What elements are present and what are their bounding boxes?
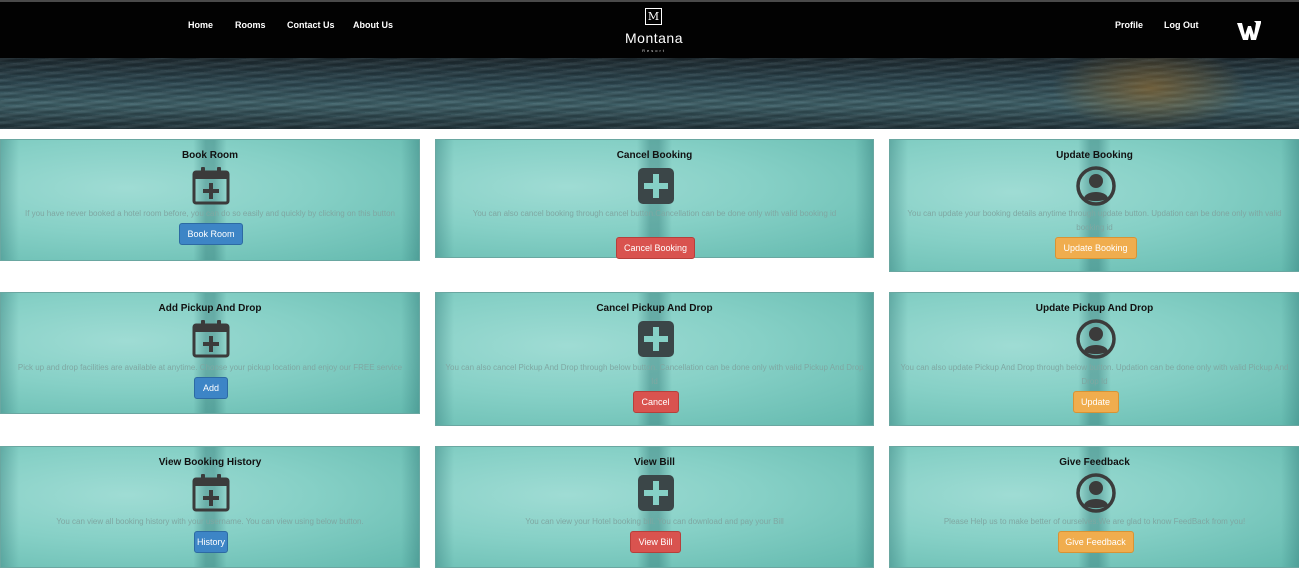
user-circle-icon (1075, 319, 1116, 359)
service-card: View Bill You can view your Hotel bookin… (435, 446, 874, 568)
card-description: You can view your Hotel booking bill. Yo… (525, 517, 784, 526)
card-action-button[interactable]: Add (194, 377, 228, 399)
card-action-button[interactable]: Update Booking (1054, 237, 1137, 259)
card-description: You can update your booking details anyt… (907, 209, 1282, 232)
card-description: You can also cancel booking through canc… (472, 209, 837, 218)
service-card: Update Booking You can update your booki… (889, 139, 1299, 272)
nav-contact-link[interactable]: Contact Us (287, 20, 335, 30)
card-title: Add Pickup And Drop (158, 303, 262, 314)
logo-subtitle: Resort (642, 48, 666, 53)
top-navbar: Home Rooms Contact Us About Us M Montana… (0, 0, 1299, 58)
card-title: View Bill (634, 457, 675, 468)
logo-mark[interactable]: M (645, 8, 662, 25)
plus-square-icon (636, 473, 676, 513)
card-description: Pick up and drop facilities are availabl… (17, 363, 403, 372)
nav-logout-link[interactable]: Log Out (1164, 20, 1199, 30)
card-action-button[interactable]: History (194, 531, 228, 553)
user-circle-icon (1075, 473, 1116, 513)
hero-banner-image (0, 58, 1299, 129)
card-action-button[interactable]: View Bill (630, 531, 681, 553)
service-card: Cancel Booking You can also cancel booki… (435, 139, 874, 259)
service-card: Update Pickup And Drop You can also upda… (889, 292, 1299, 426)
card-title: Cancel Pickup And Drop (596, 303, 713, 314)
card-title: Cancel Booking (616, 150, 693, 161)
w-logo-icon[interactable] (1236, 20, 1262, 42)
calendar-plus-icon (191, 166, 231, 206)
service-card: View Booking History You can view all bo… (0, 446, 420, 568)
card-description: You can also update Pickup And Drop thro… (900, 363, 1289, 386)
card-description: Please Help us to make better of ourselv… (943, 517, 1246, 526)
card-title: Give Feedback (1059, 457, 1130, 468)
nav-home-link[interactable]: Home (188, 20, 213, 30)
calendar-plus-icon (191, 473, 231, 513)
plus-square-icon (636, 319, 676, 359)
logo-name[interactable]: Montana (604, 30, 704, 46)
user-circle-icon (1075, 166, 1116, 206)
card-title: Book Room (181, 150, 239, 161)
card-title: Update Pickup And Drop (1035, 303, 1154, 314)
service-card: Book Room If you have never booked a hot… (0, 139, 420, 261)
card-action-button[interactable]: Update (1072, 391, 1119, 413)
card-action-button[interactable]: Give Feedback (1057, 531, 1134, 553)
nav-profile-link[interactable]: Profile (1115, 20, 1143, 30)
plus-square-icon (636, 166, 676, 206)
service-card: Add Pickup And Drop Pick up and drop fac… (0, 292, 420, 414)
card-action-button[interactable]: Book Room (179, 223, 243, 245)
service-card: Cancel Pickup And Drop You can also canc… (435, 292, 874, 426)
card-description: You can also cancel Pickup And Drop thro… (445, 363, 864, 386)
card-action-button[interactable]: Cancel (632, 391, 679, 413)
nav-about-link[interactable]: About Us (353, 20, 393, 30)
nav-rooms-link[interactable]: Rooms (235, 20, 266, 30)
service-card: Give Feedback Please Help us to make bet… (889, 446, 1299, 568)
card-title: View Booking History (158, 457, 262, 468)
card-action-button[interactable]: Cancel Booking (616, 237, 695, 259)
card-title: Update Booking (1056, 150, 1133, 161)
calendar-plus-icon (191, 319, 231, 359)
card-description: You can view all booking history with yo… (56, 517, 364, 526)
card-description: If you have never booked a hotel room be… (25, 209, 395, 218)
